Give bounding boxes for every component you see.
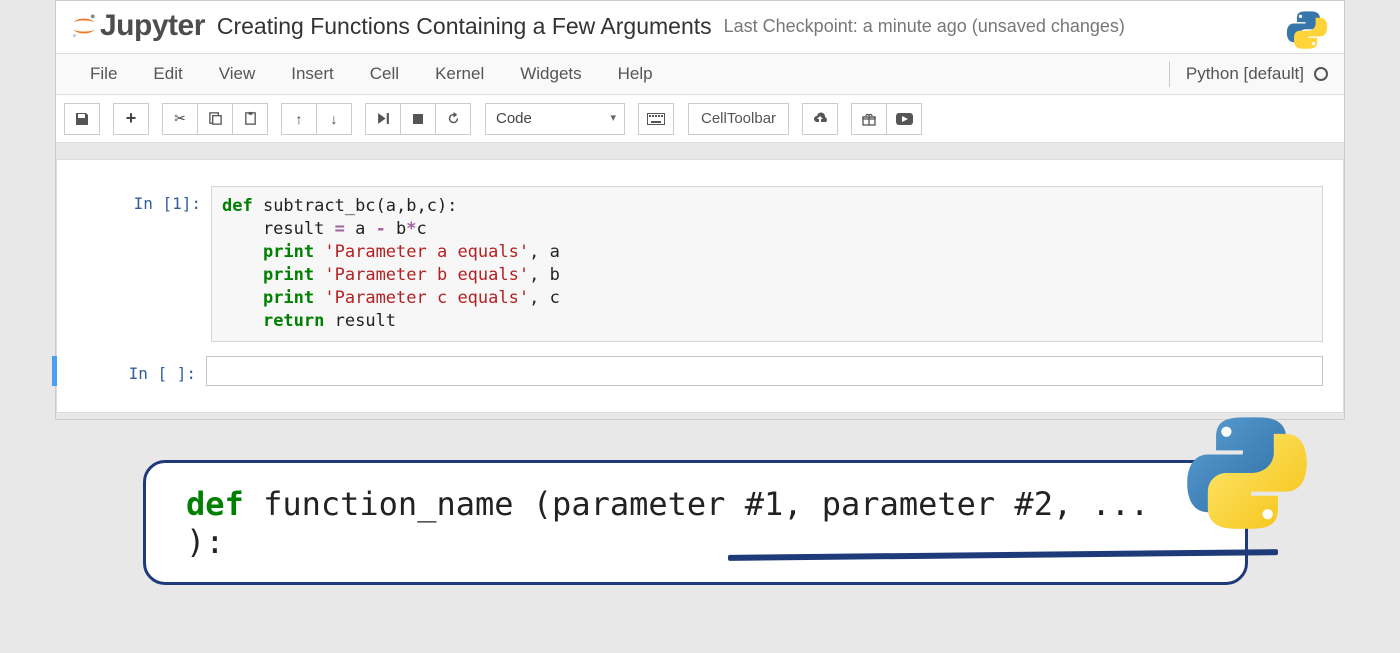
python-logo-icon [1284, 7, 1330, 53]
jupyter-brand-text: Jupyter [100, 9, 205, 43]
code-input-2[interactable] [206, 356, 1323, 386]
code-input-1[interactable]: def subtract_bc(a,b,c): result = a - b*c… [211, 186, 1323, 342]
def-keyword: def [186, 485, 244, 523]
cut-button[interactable]: ✂ [162, 103, 198, 135]
paste-icon [243, 111, 258, 126]
stop-icon [412, 113, 424, 125]
arrow-up-icon: ↑ [296, 111, 303, 127]
menu-edit[interactable]: Edit [135, 58, 200, 90]
paste-button[interactable] [232, 103, 268, 135]
jupyter-logo: Jupyter [70, 9, 205, 43]
menu-widgets[interactable]: Widgets [502, 58, 599, 90]
interrupt-button[interactable] [400, 103, 436, 135]
cell-type-select[interactable]: Code [485, 103, 625, 135]
cloud-upload-icon [812, 112, 829, 125]
kernel-status-icon [1314, 67, 1328, 81]
menu-cell[interactable]: Cell [352, 58, 417, 90]
notebook-area: In [1]: def subtract_bc(a,b,c): result =… [56, 143, 1344, 419]
gift-icon [862, 112, 876, 126]
notebook-panel: In [1]: def subtract_bc(a,b,c): result =… [56, 159, 1344, 413]
move-up-button[interactable]: ↑ [281, 103, 317, 135]
move-down-button[interactable]: ↓ [316, 103, 352, 135]
notebook-title[interactable]: Creating Functions Containing a Few Argu… [217, 13, 712, 40]
run-button[interactable] [365, 103, 401, 135]
youtube-button[interactable] [886, 103, 922, 135]
gift-button[interactable] [851, 103, 887, 135]
menu-view[interactable]: View [201, 58, 274, 90]
kernel-name: Python [default] [1186, 64, 1304, 84]
youtube-icon [896, 113, 913, 125]
run-icon [377, 112, 390, 125]
arrow-down-icon: ↓ [331, 111, 338, 127]
cell-toolbar-label: CellToolbar [701, 110, 776, 127]
command-palette-button[interactable] [638, 103, 674, 135]
save-button[interactable] [64, 103, 100, 135]
restart-icon [446, 111, 461, 126]
jupyter-logo-icon [70, 12, 98, 40]
python-logo-large-icon [1181, 407, 1313, 539]
kernel-indicator: Python [default] [1169, 61, 1328, 87]
insert-cell-button[interactable]: + [113, 103, 149, 135]
menu-kernel[interactable]: Kernel [417, 58, 502, 90]
notebook-window: Jupyter Creating Functions Containing a … [55, 0, 1345, 420]
copy-button[interactable] [197, 103, 233, 135]
plus-icon: + [126, 108, 137, 129]
syntax-text: def function_name (parameter #1, paramet… [186, 485, 1205, 561]
scissors-icon: ✂ [174, 110, 186, 127]
menu-insert[interactable]: Insert [273, 58, 352, 90]
cell-toolbar-button[interactable]: CellToolbar [688, 103, 789, 135]
upload-button[interactable] [802, 103, 838, 135]
copy-icon [208, 111, 223, 126]
syntax-rest: function_name (parameter #1, parameter #… [186, 485, 1149, 561]
restart-button[interactable] [435, 103, 471, 135]
menubar: File Edit View Insert Cell Kernel Widget… [56, 53, 1344, 95]
menu-help[interactable]: Help [600, 58, 671, 90]
keyboard-icon [647, 113, 665, 125]
header: Jupyter Creating Functions Containing a … [56, 1, 1344, 53]
prompt-in-2: In [ ]: [57, 356, 206, 386]
toolbar: + ✂ ↑ ↓ [56, 95, 1344, 143]
save-icon [74, 111, 90, 127]
code-cell-1[interactable]: In [1]: def subtract_bc(a,b,c): result =… [57, 186, 1343, 342]
checkpoint-text: Last Checkpoint: a minute ago (unsaved c… [724, 16, 1125, 37]
code-cell-2[interactable]: In [ ]: [52, 356, 1343, 386]
cell-type-value: Code [496, 110, 532, 127]
prompt-in-1: In [1]: [57, 186, 211, 342]
syntax-callout: def function_name (parameter #1, paramet… [143, 460, 1248, 585]
menu-file[interactable]: File [72, 58, 135, 90]
